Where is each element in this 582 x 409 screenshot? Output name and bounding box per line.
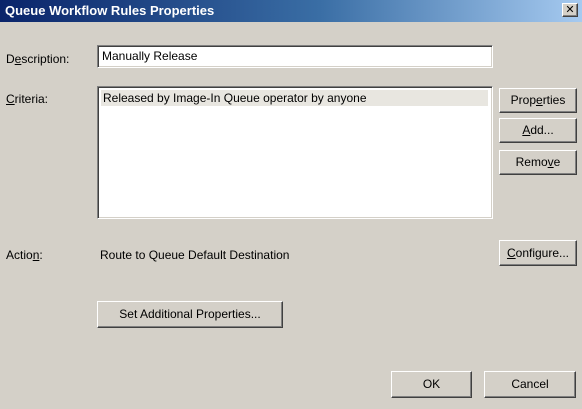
criteria-label: Criteria: <box>6 92 49 106</box>
close-icon: ✕ <box>565 3 575 16</box>
action-label: Action: <box>6 248 43 262</box>
configure-button[interactable]: Configure... <box>499 240 577 266</box>
properties-button[interactable]: Properties <box>499 88 577 113</box>
set-additional-properties-button[interactable]: Set Additional Properties... <box>97 301 283 328</box>
ok-button[interactable]: OK <box>391 371 472 398</box>
description-value: Manually Release <box>102 49 198 63</box>
criteria-list[interactable]: Released by Image-In Queue operator by a… <box>97 86 493 219</box>
dialog-window: Queue Workflow Rules Properties ✕ Descri… <box>0 0 582 409</box>
remove-button[interactable]: Remove <box>499 150 577 175</box>
description-input[interactable]: Manually Release <box>97 45 493 68</box>
window-title: Queue Workflow Rules Properties <box>5 3 215 18</box>
close-button[interactable]: ✕ <box>562 3 578 17</box>
add-button[interactable]: Add... <box>499 118 577 143</box>
criteria-list-item[interactable]: Released by Image-In Queue operator by a… <box>101 90 488 106</box>
title-bar[interactable]: Queue Workflow Rules Properties ✕ <box>0 0 582 22</box>
action-value: Route to Queue Default Destination <box>100 248 290 262</box>
cancel-button[interactable]: Cancel <box>484 371 576 398</box>
description-label: Description: <box>6 52 70 66</box>
